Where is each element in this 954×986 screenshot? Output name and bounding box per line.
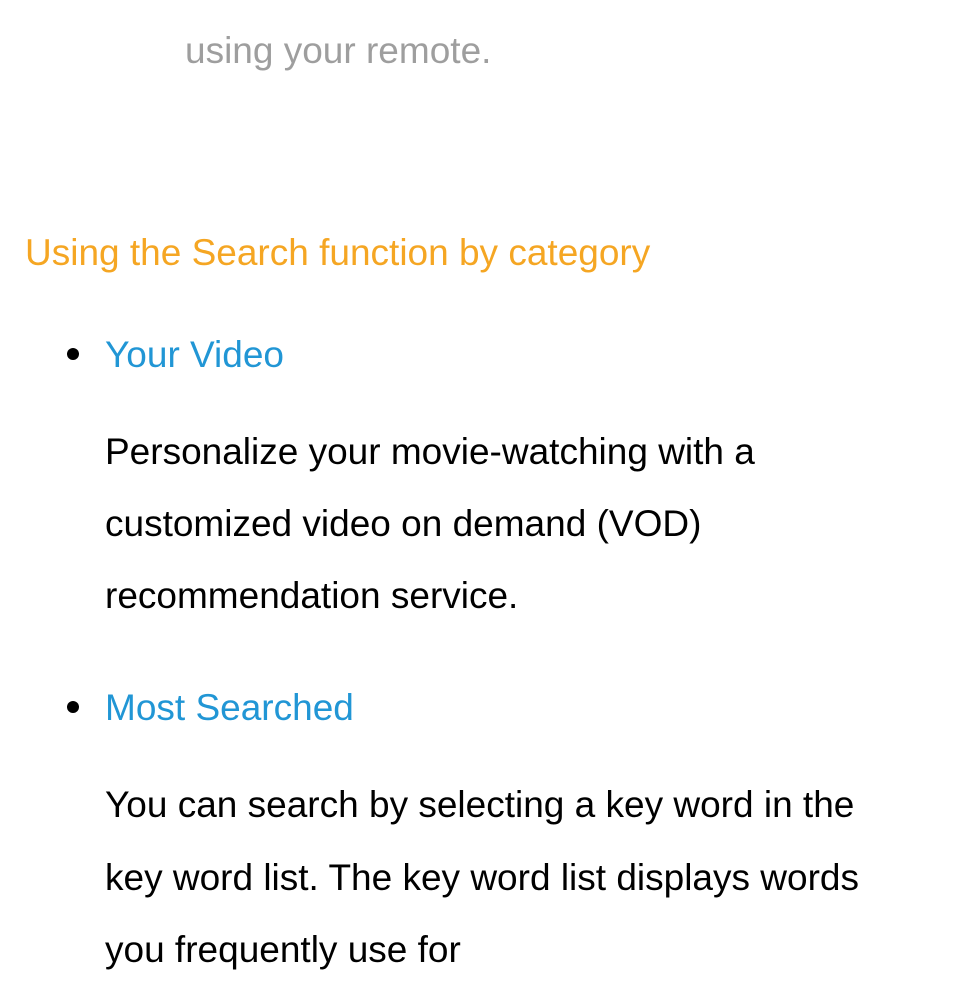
item-body: Personalize your movie-watching with a c… xyxy=(105,416,929,632)
list-item: Your Video Personalize your movie-watchi… xyxy=(25,334,929,632)
section-heading: Using the Search function by category xyxy=(25,232,929,274)
category-list: Your Video Personalize your movie-watchi… xyxy=(25,334,929,986)
item-title: Your Video xyxy=(105,334,929,376)
list-item: Most Searched You can search by selectin… xyxy=(25,687,929,985)
prior-section-fragment: using your remote. xyxy=(185,30,929,72)
document-content: using your remote. Using the Search func… xyxy=(0,0,954,986)
bullet-icon xyxy=(67,701,79,713)
item-title: Most Searched xyxy=(105,687,929,729)
bullet-icon xyxy=(67,348,79,360)
item-body: You can search by selecting a key word i… xyxy=(105,769,929,985)
